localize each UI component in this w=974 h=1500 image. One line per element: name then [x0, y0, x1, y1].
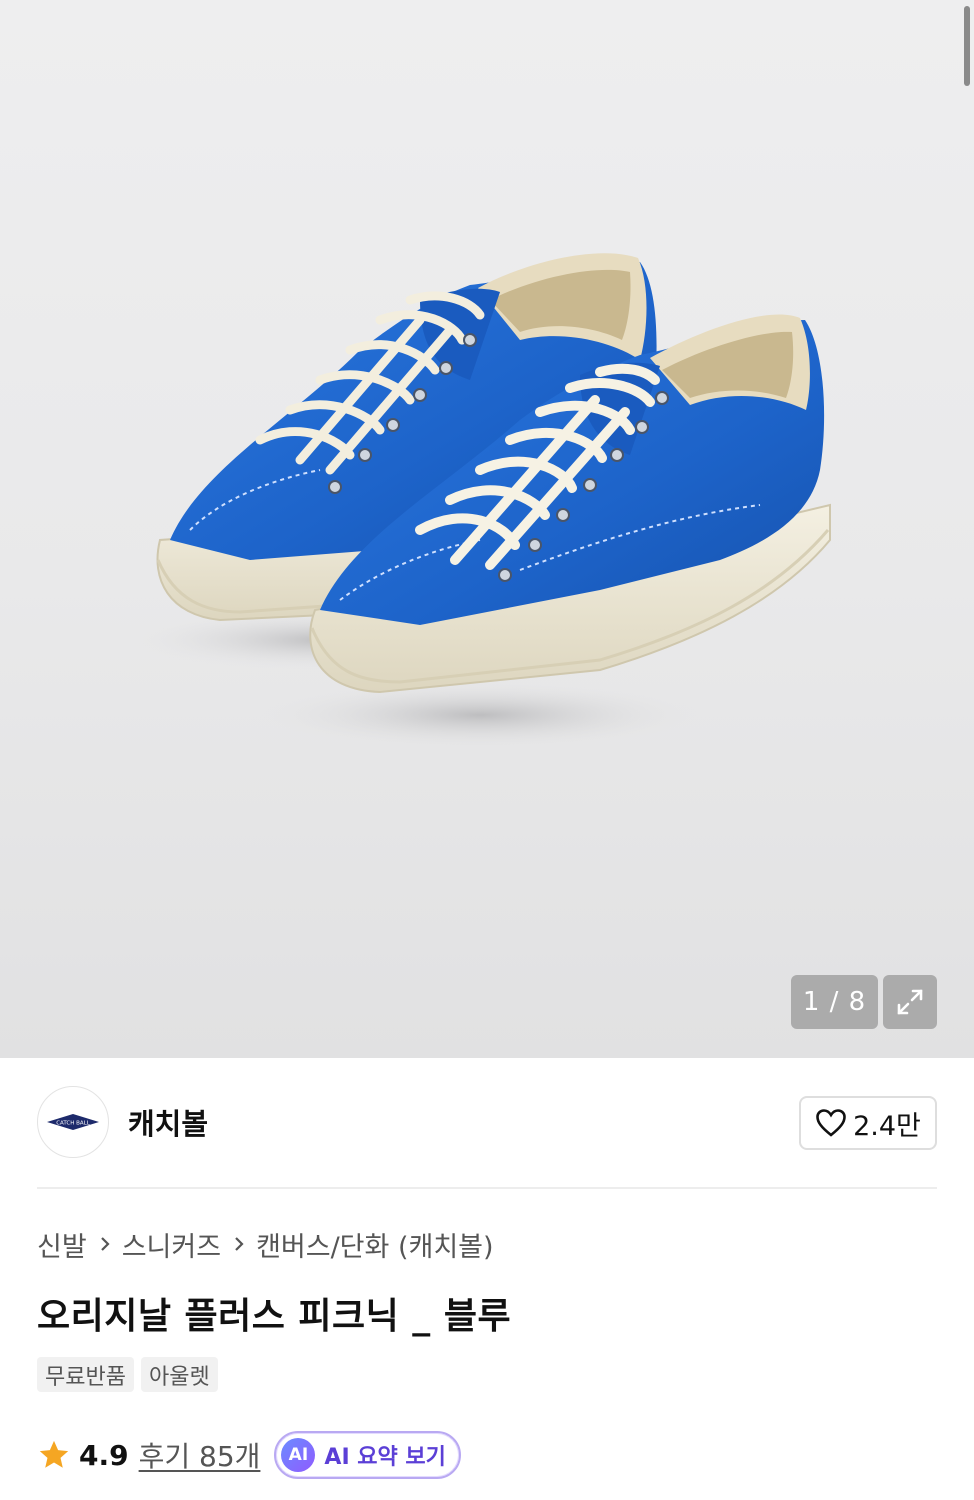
tag-outlet: 아울렛	[140, 1357, 218, 1392]
breadcrumb-item-canvas[interactable]: 캔버스/단화 (캐치볼)	[256, 1225, 493, 1264]
ai-summary-button[interactable]: AI AI 요약 보기	[274, 1431, 461, 1479]
ai-badge-icon: AI	[281, 1438, 316, 1472]
tag-free-return: 무료반품	[37, 1357, 134, 1392]
brand-logo[interactable]: CATCH BALL	[37, 1086, 109, 1158]
product-image	[130, 253, 831, 749]
brand-name[interactable]: 캐치볼	[128, 1101, 208, 1143]
svg-text:CATCH BALL: CATCH BALL	[56, 1121, 91, 1127]
brand-row: CATCH BALL 캐치볼 2.4만	[37, 1086, 937, 1158]
reviews-link[interactable]: 후기 85개	[139, 1435, 261, 1475]
like-count: 2.4만	[853, 1110, 921, 1142]
product-image-gallery[interactable]: 1 / 8	[0, 0, 974, 1058]
like-button[interactable]: 2.4만	[799, 1096, 937, 1150]
product-tags: 무료반품 아울렛	[37, 1357, 218, 1392]
breadcrumb-item-shoes[interactable]: 신발	[37, 1225, 87, 1264]
chevron-right-icon	[233, 1235, 245, 1253]
image-counter: 1 / 8	[791, 975, 878, 1029]
page-scrollbar[interactable]	[964, 6, 970, 86]
star-icon	[39, 1440, 69, 1468]
divider	[37, 1187, 937, 1189]
heart-icon	[816, 1109, 846, 1137]
expand-image-button[interactable]	[883, 975, 937, 1029]
ai-summary-label: AI 요약 보기	[324, 1445, 446, 1470]
chevron-right-icon	[99, 1235, 111, 1253]
product-title: 오리지날 플러스 피크닉 _ 블루	[37, 1296, 512, 1337]
rating-row: 4.9 후기 85개 AI AI 요약 보기	[37, 1430, 461, 1480]
breadcrumb: 신발 스니커즈 캔버스/단화 (캐치볼)	[37, 1224, 494, 1264]
breadcrumb-item-sneakers[interactable]: 스니커즈	[122, 1225, 221, 1264]
rating-score: 4.9	[79, 1438, 129, 1472]
expand-icon	[897, 989, 923, 1015]
catchball-logo-icon: CATCH BALL	[47, 1114, 99, 1130]
